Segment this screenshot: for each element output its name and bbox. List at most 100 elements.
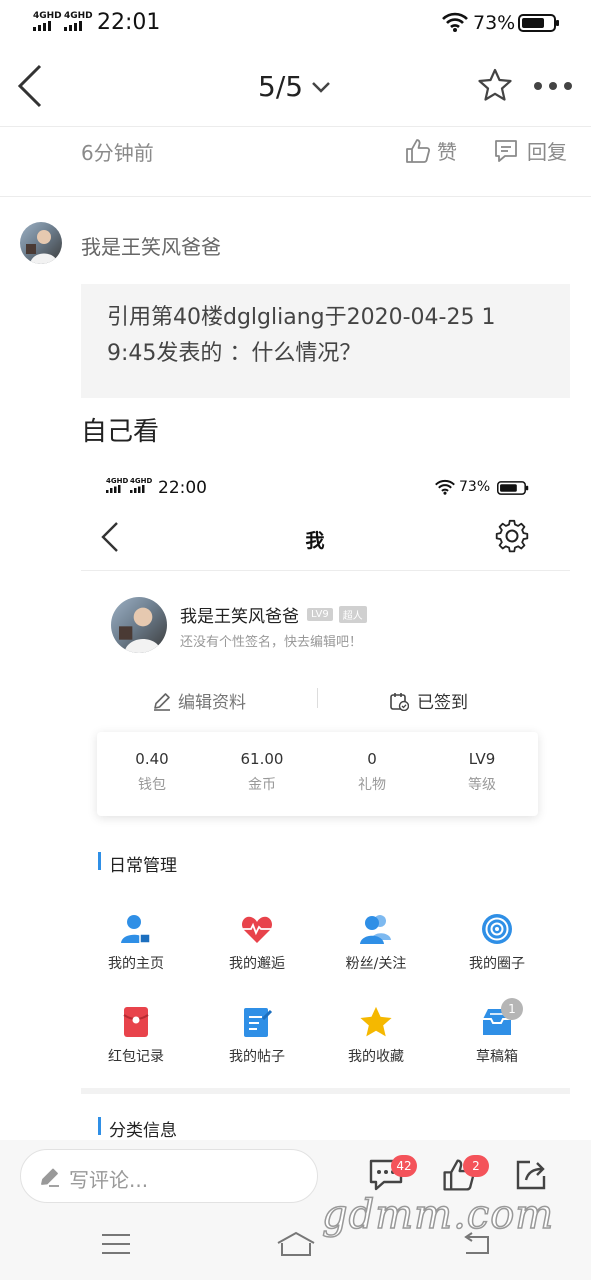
inner-network-1: 4GHD	[106, 477, 129, 485]
star-outline-icon[interactable]	[477, 68, 513, 102]
pencil-icon	[154, 692, 170, 711]
heart-pulse-icon	[241, 916, 273, 943]
grid-label: 我的圈子	[469, 956, 525, 972]
inner-battery-percent: 73%	[459, 479, 491, 495]
stat-coins: 61.00 金币	[207, 750, 317, 794]
post-divider	[0, 196, 591, 197]
star-icon	[360, 1006, 392, 1037]
wifi-icon	[435, 479, 455, 495]
stat-label: 钱包	[138, 777, 166, 793]
signed-in-label: 已签到	[417, 693, 468, 713]
reply-label: 回复	[527, 140, 567, 164]
stats-card: 0.40 钱包 61.00 金币 0 礼物 LV9 等级	[97, 732, 538, 816]
section-marker	[98, 1117, 101, 1135]
post-username[interactable]: 我是王笑风爸爸	[81, 231, 221, 260]
reply-bubble-icon	[495, 139, 517, 162]
signal-bars-icon	[130, 485, 145, 493]
menu-icon[interactable]	[102, 1233, 130, 1255]
home-icon[interactable]	[276, 1231, 316, 1257]
share-button[interactable]	[514, 1158, 548, 1192]
edit-profile-label: 编辑资料	[178, 693, 246, 713]
grid-label: 红包记录	[108, 1049, 164, 1065]
grid-item-posts: 我的帖子	[197, 1005, 317, 1066]
signal-bars-icon	[64, 21, 82, 31]
grid-item-encounter: 我的邂逅	[197, 912, 317, 973]
stat-value: 61.00	[240, 750, 284, 768]
post-edit-icon	[244, 1008, 273, 1037]
category-section-title: 分类信息	[109, 1121, 177, 1141]
inner-time: 22:00	[158, 478, 207, 498]
comment-count-badge: 42	[391, 1155, 417, 1177]
grid-label: 我的收藏	[348, 1049, 404, 1065]
battery-percent: 73%	[473, 12, 516, 34]
grid-label: 我的邂逅	[229, 956, 285, 972]
quote-block: 引用第40楼dglgliang于2020-04-25 1 9:45发表的 ：什么…	[81, 284, 570, 398]
drafts-count-badge: 1	[501, 998, 523, 1020]
stat-wallet: 0.40 钱包	[97, 750, 207, 794]
chevron-down-icon	[312, 81, 330, 93]
status-time: 22:01	[97, 10, 161, 35]
inner-page-title: 我	[305, 530, 325, 552]
section-separator	[81, 1088, 570, 1094]
comment-input[interactable]: 写评论...	[20, 1149, 318, 1203]
like-button[interactable]: 赞	[405, 136, 457, 165]
watermark: gdmm.com	[321, 1191, 555, 1239]
edit-profile-action: 编辑资料	[152, 688, 246, 713]
gear-icon	[495, 519, 529, 553]
signal-group-2: 4GHD	[64, 11, 93, 31]
wifi-icon	[442, 12, 468, 32]
grid-label: 粉丝/关注	[345, 956, 407, 972]
inner-avatar	[111, 597, 167, 653]
pencil-icon	[41, 1168, 59, 1187]
top-nav: 5/5	[0, 46, 591, 126]
quote-line-2: 9:45发表的 ：什么情况？	[107, 341, 362, 366]
network-label-1: 4GHD	[33, 11, 62, 21]
signal-bars-icon	[33, 21, 51, 31]
reply-button[interactable]: 回复	[493, 136, 567, 165]
network-label-2: 4GHD	[64, 11, 93, 21]
page-indicator: 5/5	[258, 70, 304, 103]
avatar[interactable]	[20, 222, 62, 264]
signal-bars-icon	[106, 485, 121, 493]
inner-header-divider	[81, 570, 570, 571]
inner-signature: 还没有个性签名，快去编辑吧！	[180, 635, 363, 650]
grid-item-circle: 我的圈子	[437, 912, 557, 973]
grid-label: 我的主页	[108, 956, 164, 972]
inner-signal-2: 4GHD	[130, 477, 152, 493]
header-divider	[0, 126, 591, 127]
grid-item-home: 我的主页	[81, 912, 196, 973]
embedded-screenshot[interactable]: 4GHD 4GHD 22:00 73% 我 我是王笑风爸爸 LV9 超人 还没有…	[81, 462, 570, 1142]
bottom-bar: 写评论... 42 2 gdmm.com	[0, 1140, 591, 1280]
daily-section-title: 日常管理	[109, 856, 177, 876]
post-time: 6分钟前	[81, 141, 154, 165]
comment-placeholder: 写评论...	[69, 1168, 149, 1192]
more-dots-icon[interactable]	[533, 81, 573, 91]
stat-value: 0.40	[135, 750, 169, 768]
thumbs-up-icon	[406, 138, 431, 163]
red-envelope-icon	[123, 1007, 149, 1037]
stat-gifts: 0 礼物	[317, 750, 427, 794]
post-content: 自己看	[81, 417, 160, 447]
inner-signal-1: 4GHD	[106, 477, 128, 493]
fans-icon	[360, 915, 391, 944]
battery-icon	[518, 14, 559, 32]
grid-item-fans: 粉丝/关注	[316, 912, 436, 973]
stat-label: 等级	[468, 777, 496, 793]
section-marker	[98, 852, 101, 870]
role-tag: 超人	[338, 606, 367, 623]
stat-value: 0	[367, 750, 377, 768]
action-divider	[317, 688, 318, 708]
grid-item-drafts: 草稿箱	[437, 1005, 557, 1066]
avatar-person-icon	[26, 230, 58, 264]
page-selector[interactable]: 5/5	[258, 70, 331, 103]
back-arrow-icon[interactable]	[16, 64, 44, 108]
share-icon	[516, 1160, 546, 1190]
battery-icon	[497, 481, 529, 495]
grid-item-favorites: 我的收藏	[316, 1005, 436, 1066]
quote-line-1: 引用第40楼dglgliang于2020-04-25 1	[107, 305, 496, 330]
like-label: 赞	[437, 140, 457, 164]
signal-group-1: 4GHD	[33, 11, 62, 31]
like-count-badge: 2	[463, 1155, 489, 1177]
stat-value: LV9	[468, 750, 496, 768]
inner-name-row: 我是王笑风爸爸 LV9 超人	[180, 602, 367, 627]
